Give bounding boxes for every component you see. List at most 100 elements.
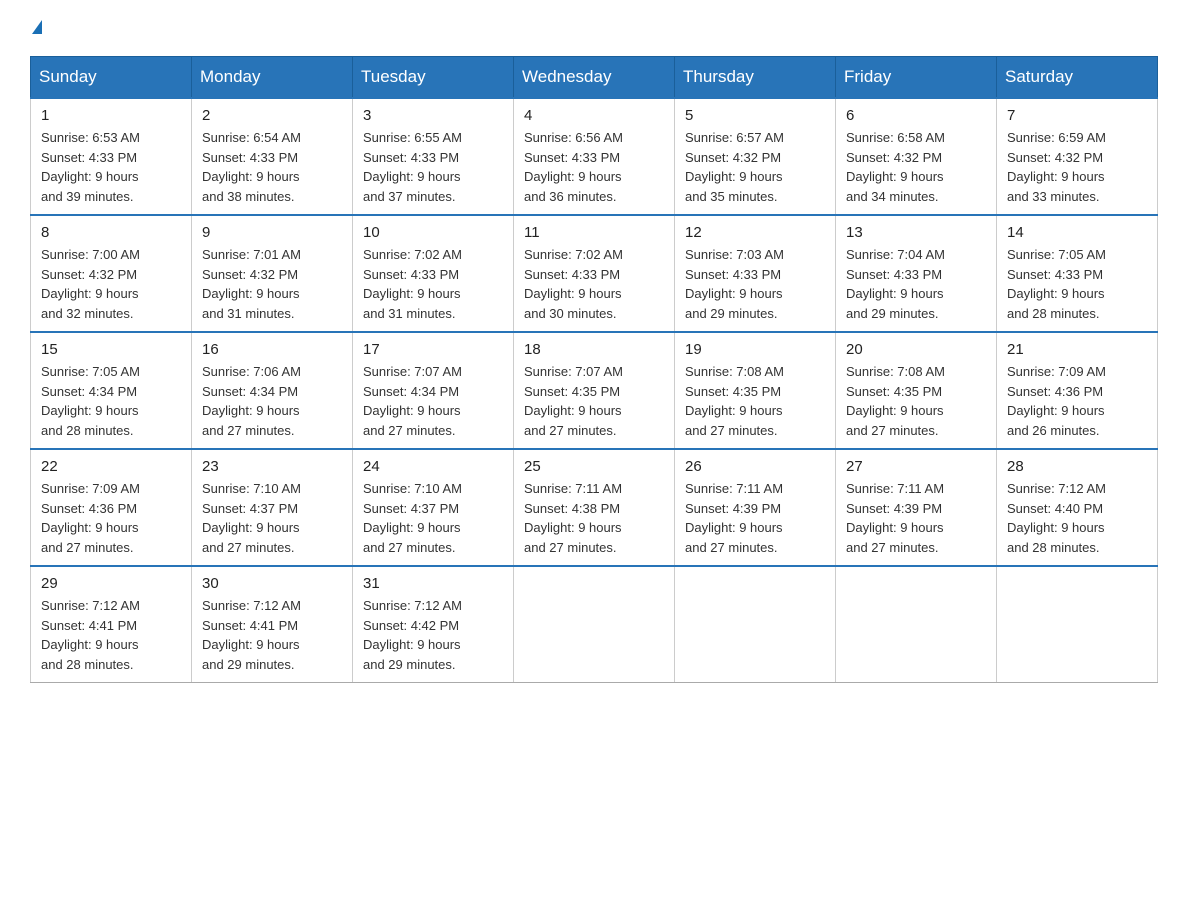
day-number: 13 — [846, 224, 986, 241]
day-info: Sunrise: 7:09 AM Sunset: 4:36 PM Dayligh… — [1007, 362, 1147, 440]
day-info: Sunrise: 7:00 AM Sunset: 4:32 PM Dayligh… — [41, 245, 181, 323]
calendar-day-cell: 27 Sunrise: 7:11 AM Sunset: 4:39 PM Dayl… — [836, 449, 997, 566]
calendar-day-cell: 10 Sunrise: 7:02 AM Sunset: 4:33 PM Dayl… — [353, 215, 514, 332]
calendar-week-row: 1 Sunrise: 6:53 AM Sunset: 4:33 PM Dayli… — [31, 98, 1158, 215]
day-number: 9 — [202, 224, 342, 241]
day-info: Sunrise: 6:54 AM Sunset: 4:33 PM Dayligh… — [202, 128, 342, 206]
calendar-day-cell: 16 Sunrise: 7:06 AM Sunset: 4:34 PM Dayl… — [192, 332, 353, 449]
calendar-day-cell: 11 Sunrise: 7:02 AM Sunset: 4:33 PM Dayl… — [514, 215, 675, 332]
day-info: Sunrise: 7:07 AM Sunset: 4:34 PM Dayligh… — [363, 362, 503, 440]
day-number: 22 — [41, 458, 181, 475]
day-of-week-header: Tuesday — [353, 57, 514, 99]
calendar-day-cell: 22 Sunrise: 7:09 AM Sunset: 4:36 PM Dayl… — [31, 449, 192, 566]
calendar-table: SundayMondayTuesdayWednesdayThursdayFrid… — [30, 56, 1158, 683]
day-info: Sunrise: 7:11 AM Sunset: 4:39 PM Dayligh… — [846, 479, 986, 557]
day-of-week-header: Monday — [192, 57, 353, 99]
day-info: Sunrise: 6:55 AM Sunset: 4:33 PM Dayligh… — [363, 128, 503, 206]
calendar-day-cell: 26 Sunrise: 7:11 AM Sunset: 4:39 PM Dayl… — [675, 449, 836, 566]
day-number: 27 — [846, 458, 986, 475]
day-number: 26 — [685, 458, 825, 475]
day-of-week-header: Saturday — [997, 57, 1158, 99]
day-number: 24 — [363, 458, 503, 475]
day-number: 31 — [363, 575, 503, 592]
calendar-day-cell: 17 Sunrise: 7:07 AM Sunset: 4:34 PM Dayl… — [353, 332, 514, 449]
calendar-day-cell: 4 Sunrise: 6:56 AM Sunset: 4:33 PM Dayli… — [514, 98, 675, 215]
day-number: 21 — [1007, 341, 1147, 358]
calendar-day-cell: 9 Sunrise: 7:01 AM Sunset: 4:32 PM Dayli… — [192, 215, 353, 332]
day-number: 28 — [1007, 458, 1147, 475]
day-info: Sunrise: 7:12 AM Sunset: 4:41 PM Dayligh… — [41, 596, 181, 674]
day-info: Sunrise: 7:07 AM Sunset: 4:35 PM Dayligh… — [524, 362, 664, 440]
day-number: 10 — [363, 224, 503, 241]
day-number: 7 — [1007, 107, 1147, 124]
calendar-day-cell: 7 Sunrise: 6:59 AM Sunset: 4:32 PM Dayli… — [997, 98, 1158, 215]
day-number: 18 — [524, 341, 664, 358]
day-info: Sunrise: 7:05 AM Sunset: 4:34 PM Dayligh… — [41, 362, 181, 440]
calendar-day-cell: 5 Sunrise: 6:57 AM Sunset: 4:32 PM Dayli… — [675, 98, 836, 215]
day-number: 20 — [846, 341, 986, 358]
calendar-day-cell: 1 Sunrise: 6:53 AM Sunset: 4:33 PM Dayli… — [31, 98, 192, 215]
day-info: Sunrise: 7:08 AM Sunset: 4:35 PM Dayligh… — [685, 362, 825, 440]
day-number: 17 — [363, 341, 503, 358]
calendar-day-cell: 15 Sunrise: 7:05 AM Sunset: 4:34 PM Dayl… — [31, 332, 192, 449]
day-info: Sunrise: 7:12 AM Sunset: 4:42 PM Dayligh… — [363, 596, 503, 674]
calendar-week-row: 15 Sunrise: 7:05 AM Sunset: 4:34 PM Dayl… — [31, 332, 1158, 449]
day-info: Sunrise: 6:59 AM Sunset: 4:32 PM Dayligh… — [1007, 128, 1147, 206]
day-number: 14 — [1007, 224, 1147, 241]
day-info: Sunrise: 7:10 AM Sunset: 4:37 PM Dayligh… — [363, 479, 503, 557]
calendar-week-row: 8 Sunrise: 7:00 AM Sunset: 4:32 PM Dayli… — [31, 215, 1158, 332]
logo — [30, 20, 42, 36]
calendar-day-cell: 19 Sunrise: 7:08 AM Sunset: 4:35 PM Dayl… — [675, 332, 836, 449]
calendar-week-row: 29 Sunrise: 7:12 AM Sunset: 4:41 PM Dayl… — [31, 566, 1158, 683]
calendar-day-cell: 30 Sunrise: 7:12 AM Sunset: 4:41 PM Dayl… — [192, 566, 353, 683]
day-info: Sunrise: 6:53 AM Sunset: 4:33 PM Dayligh… — [41, 128, 181, 206]
day-number: 3 — [363, 107, 503, 124]
day-info: Sunrise: 7:11 AM Sunset: 4:38 PM Dayligh… — [524, 479, 664, 557]
day-number: 25 — [524, 458, 664, 475]
calendar-day-cell — [675, 566, 836, 683]
calendar-day-cell: 14 Sunrise: 7:05 AM Sunset: 4:33 PM Dayl… — [997, 215, 1158, 332]
calendar-day-cell: 20 Sunrise: 7:08 AM Sunset: 4:35 PM Dayl… — [836, 332, 997, 449]
day-info: Sunrise: 7:03 AM Sunset: 4:33 PM Dayligh… — [685, 245, 825, 323]
day-info: Sunrise: 7:12 AM Sunset: 4:40 PM Dayligh… — [1007, 479, 1147, 557]
calendar-day-cell: 12 Sunrise: 7:03 AM Sunset: 4:33 PM Dayl… — [675, 215, 836, 332]
day-number: 11 — [524, 224, 664, 241]
calendar-week-row: 22 Sunrise: 7:09 AM Sunset: 4:36 PM Dayl… — [31, 449, 1158, 566]
day-number: 16 — [202, 341, 342, 358]
page-header — [30, 20, 1158, 36]
day-number: 15 — [41, 341, 181, 358]
day-number: 30 — [202, 575, 342, 592]
day-number: 23 — [202, 458, 342, 475]
day-of-week-header: Sunday — [31, 57, 192, 99]
day-info: Sunrise: 6:56 AM Sunset: 4:33 PM Dayligh… — [524, 128, 664, 206]
calendar-day-cell — [514, 566, 675, 683]
day-number: 29 — [41, 575, 181, 592]
day-number: 1 — [41, 107, 181, 124]
day-number: 5 — [685, 107, 825, 124]
calendar-day-cell: 28 Sunrise: 7:12 AM Sunset: 4:40 PM Dayl… — [997, 449, 1158, 566]
calendar-day-cell: 21 Sunrise: 7:09 AM Sunset: 4:36 PM Dayl… — [997, 332, 1158, 449]
day-info: Sunrise: 7:05 AM Sunset: 4:33 PM Dayligh… — [1007, 245, 1147, 323]
day-number: 19 — [685, 341, 825, 358]
calendar-day-cell: 8 Sunrise: 7:00 AM Sunset: 4:32 PM Dayli… — [31, 215, 192, 332]
calendar-header-row: SundayMondayTuesdayWednesdayThursdayFrid… — [31, 57, 1158, 99]
day-info: Sunrise: 7:01 AM Sunset: 4:32 PM Dayligh… — [202, 245, 342, 323]
logo-triangle-icon — [32, 20, 42, 34]
calendar-day-cell: 2 Sunrise: 6:54 AM Sunset: 4:33 PM Dayli… — [192, 98, 353, 215]
day-number: 6 — [846, 107, 986, 124]
calendar-day-cell: 18 Sunrise: 7:07 AM Sunset: 4:35 PM Dayl… — [514, 332, 675, 449]
calendar-day-cell — [836, 566, 997, 683]
day-info: Sunrise: 6:57 AM Sunset: 4:32 PM Dayligh… — [685, 128, 825, 206]
day-number: 4 — [524, 107, 664, 124]
day-info: Sunrise: 6:58 AM Sunset: 4:32 PM Dayligh… — [846, 128, 986, 206]
day-of-week-header: Thursday — [675, 57, 836, 99]
calendar-day-cell: 31 Sunrise: 7:12 AM Sunset: 4:42 PM Dayl… — [353, 566, 514, 683]
calendar-day-cell: 3 Sunrise: 6:55 AM Sunset: 4:33 PM Dayli… — [353, 98, 514, 215]
day-info: Sunrise: 7:06 AM Sunset: 4:34 PM Dayligh… — [202, 362, 342, 440]
day-number: 8 — [41, 224, 181, 241]
day-info: Sunrise: 7:12 AM Sunset: 4:41 PM Dayligh… — [202, 596, 342, 674]
day-number: 2 — [202, 107, 342, 124]
day-info: Sunrise: 7:02 AM Sunset: 4:33 PM Dayligh… — [363, 245, 503, 323]
day-of-week-header: Wednesday — [514, 57, 675, 99]
calendar-day-cell — [997, 566, 1158, 683]
